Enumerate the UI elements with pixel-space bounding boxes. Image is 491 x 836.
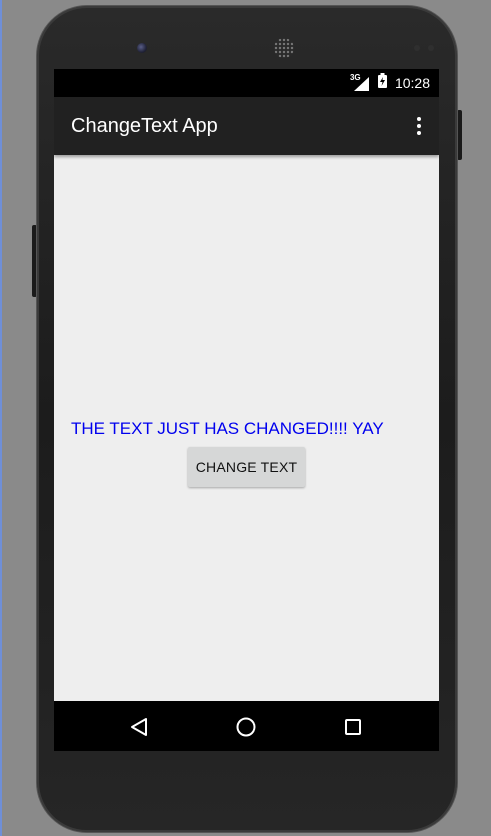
power-button xyxy=(457,110,462,160)
status-time: 10:28 xyxy=(394,75,430,91)
earpiece-speaker xyxy=(274,38,294,58)
proximity-sensor xyxy=(414,45,420,51)
battery-charging-icon xyxy=(377,73,387,93)
back-icon[interactable] xyxy=(128,716,150,738)
left-window-edge xyxy=(0,0,2,836)
device-screen: 3G 10:28 ChangeText App THE TEXT JUST HA… xyxy=(54,69,439,751)
home-icon[interactable] xyxy=(235,716,257,738)
status-bar: 3G 10:28 xyxy=(54,69,439,97)
change-text-button[interactable]: CHANGE TEXT xyxy=(188,447,305,487)
overflow-menu-icon[interactable] xyxy=(415,113,423,139)
main-content: THE TEXT JUST HAS CHANGED!!!! YAY CHANGE… xyxy=(54,155,439,701)
recents-icon[interactable] xyxy=(342,716,364,738)
app-title: ChangeText App xyxy=(71,114,218,137)
light-sensor xyxy=(428,45,434,51)
navigation-bar xyxy=(54,701,439,751)
message-text: THE TEXT JUST HAS CHANGED!!!! YAY xyxy=(71,419,384,438)
app-bar: ChangeText App xyxy=(54,97,439,155)
front-camera xyxy=(137,43,147,53)
signal-icon: 3G xyxy=(350,73,370,92)
